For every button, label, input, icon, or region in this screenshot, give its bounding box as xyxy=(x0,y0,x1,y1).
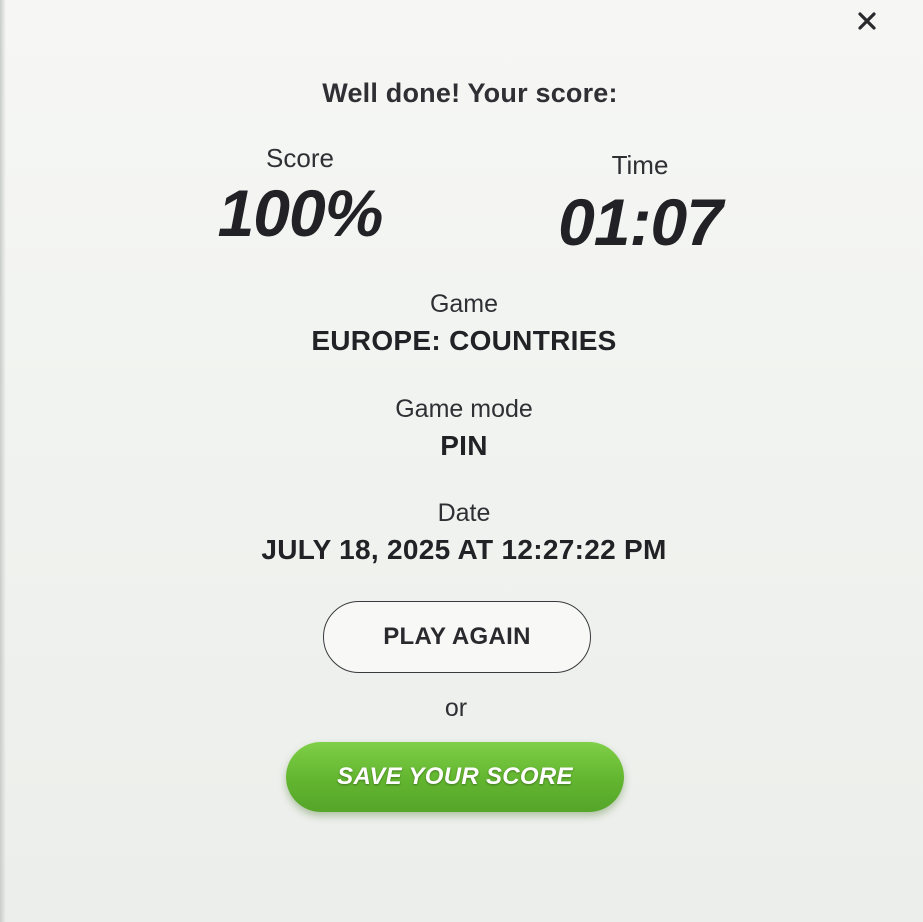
game-mode-info: Game mode PIN xyxy=(0,394,923,464)
game-info: Game EUROPE: COUNTRIES xyxy=(0,289,923,359)
date-value: JULY 18, 2025 AT 12:27:22 PM xyxy=(261,534,667,565)
date-info: Date JULY 18, 2025 AT 12:27:22 PM xyxy=(0,498,923,568)
close-button[interactable] xyxy=(852,6,882,36)
time-label: Time xyxy=(611,150,669,180)
score-stat: Score 100% xyxy=(190,143,410,246)
time-stat: Time 01:07 xyxy=(530,150,750,255)
score-modal: Well done! Your score: Score 100% Time 0… xyxy=(0,0,923,922)
score-label: Score xyxy=(266,143,334,173)
result-heading: Well done! Your score: xyxy=(322,78,618,108)
time-value: 01:07 xyxy=(558,185,723,259)
game-value: EUROPE: COUNTRIES xyxy=(311,325,617,356)
date-label: Date xyxy=(437,499,491,527)
game-mode-value: PIN xyxy=(440,430,488,461)
score-value: 100% xyxy=(217,176,384,250)
save-score-button[interactable]: SAVE YOUR SCORE xyxy=(286,742,624,812)
close-icon xyxy=(858,12,876,30)
game-label: Game xyxy=(429,290,499,318)
or-separator: or xyxy=(444,694,468,722)
play-again-button[interactable]: PLAY AGAIN xyxy=(323,601,591,673)
game-mode-label: Game mode xyxy=(395,395,533,423)
